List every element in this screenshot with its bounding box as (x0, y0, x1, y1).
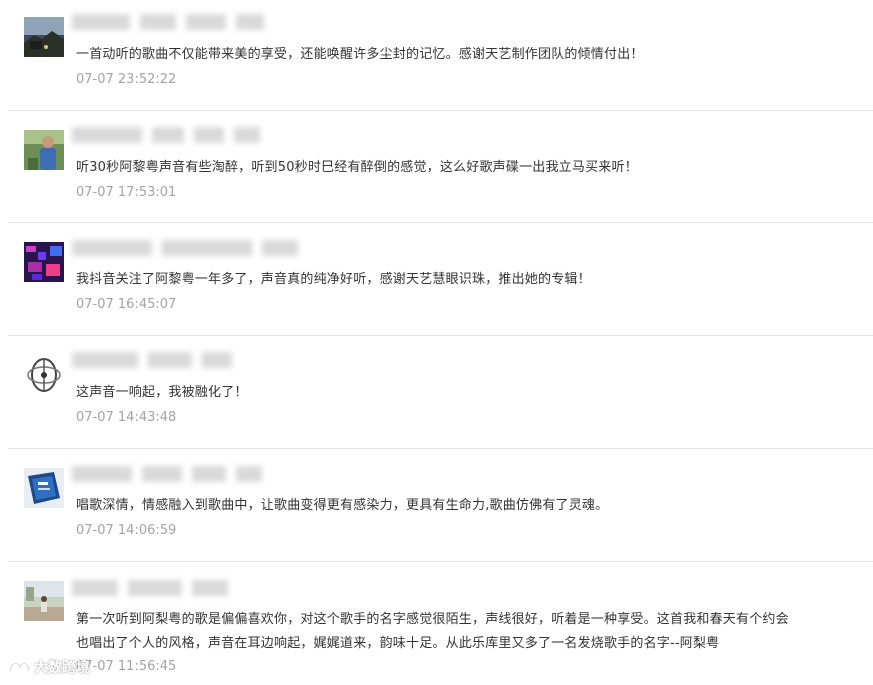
comment-list: 一首动听的歌曲不仅能带来美的享受，还能唤醒许多尘封的记忆。感谢天艺制作团队的倾情… (0, 0, 873, 685)
comment-text: 听30秒阿黎粤声音有些淘醉，听到50秒时巳经有醉倒的感觉，这么好歌声碟一出我立马… (76, 160, 638, 175)
avatar[interactable] (24, 355, 64, 395)
comment-text: 这声音一响起，我被融化了！ (76, 385, 248, 400)
divider (8, 561, 873, 562)
avatar[interactable] (24, 581, 64, 621)
avatar[interactable] (24, 130, 64, 170)
comment-time: 07-07 16:45:07 (76, 297, 177, 312)
comment-text-line-2: 也唱出了个人的风格，声音在耳边响起，娓娓道来，韵味十足。从此乐库里又多了一名发烧… (76, 636, 720, 651)
avatar[interactable] (24, 17, 64, 57)
avatar[interactable] (24, 242, 64, 282)
chip-box-avatar-image (24, 468, 64, 508)
divider (8, 110, 873, 111)
purple-lights-avatar-image (24, 242, 64, 282)
watermark-logo-icon (8, 662, 30, 673)
comment-text-line-1: 第一次听到阿梨粤的歌是偏偏喜欢你，对这个歌手的名字感觉很陌生，声线很好，听着是一… (76, 612, 789, 627)
username-blurred (72, 466, 262, 484)
username-blurred (72, 14, 264, 32)
night-landscape-avatar-image (24, 17, 64, 57)
username-blurred (72, 352, 232, 370)
username-blurred (72, 580, 228, 598)
comment-time: 07-07 17:53:01 (76, 185, 177, 200)
comment-time: 07-07 14:06:59 (76, 523, 177, 538)
divider (8, 335, 873, 336)
avatar[interactable] (24, 468, 64, 508)
comment-text: 我抖音关注了阿黎粤一年多了，声音真的纯净好听，感谢天艺慧眼识珠，推出她的专辑！ (76, 272, 591, 287)
username-blurred (72, 240, 298, 258)
comment-text: 唱歌深情，情感融入到歌曲中，让歌曲变得更有感染力，更具有生命力,歌曲仿佛有了灵魂… (76, 498, 609, 513)
gyroscope-avatar-image (24, 355, 64, 395)
comment-time: 07-07 11:56:45 (76, 659, 177, 674)
divider (8, 222, 873, 223)
comment-time: 07-07 23:52:22 (76, 72, 177, 87)
comment-text: 一首动听的歌曲不仅能带来美的享受，还能唤醒许多尘封的记忆。感谢天艺制作团队的倾情… (76, 47, 644, 62)
comment-time: 07-07 14:43:48 (76, 410, 177, 425)
username-blurred (72, 127, 260, 145)
divider (8, 448, 873, 449)
street-photo-avatar-image (24, 581, 64, 621)
man-in-blue-shirt-avatar-image (24, 130, 64, 170)
